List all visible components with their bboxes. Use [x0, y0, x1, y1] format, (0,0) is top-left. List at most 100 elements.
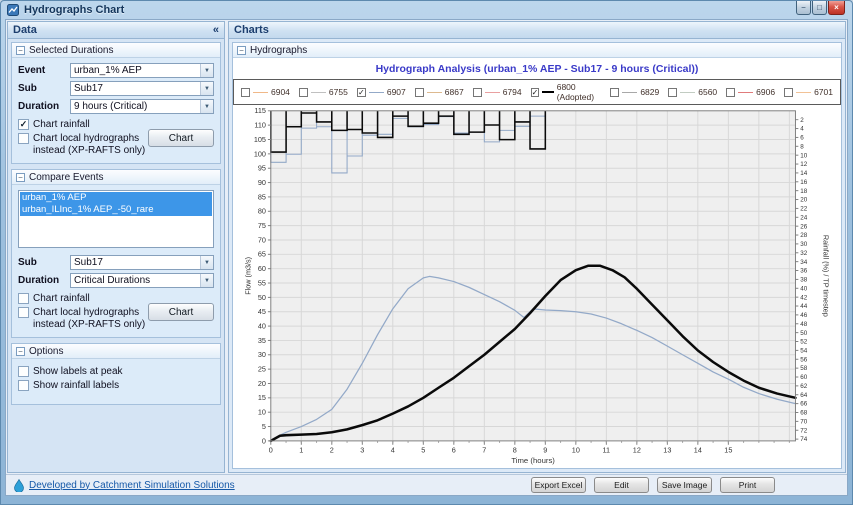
svg-text:105: 105 [254, 135, 266, 144]
legend-item-6755: 6755 [299, 87, 348, 97]
compare-event-item[interactable]: urban_ILInc_1% AEP_-50_rare [20, 204, 212, 216]
svg-text:50: 50 [800, 330, 807, 337]
legend-line-sample [427, 92, 442, 93]
legend-label: 6794 [503, 87, 522, 97]
edit-button[interactable]: Edit [594, 477, 649, 493]
compare-duration-select[interactable]: Critical Durations [70, 273, 214, 288]
svg-text:70: 70 [258, 235, 266, 244]
collapse-group-icon[interactable] [237, 46, 246, 55]
collapse-group-icon[interactable] [16, 173, 25, 182]
compare-events-group: Compare Events urban_1% AEPurban_ILInc_1… [11, 169, 221, 338]
svg-text:0: 0 [262, 436, 266, 445]
svg-text:100: 100 [254, 149, 266, 158]
svg-text:24: 24 [800, 214, 807, 221]
svg-text:74: 74 [800, 436, 807, 443]
options-title: Options [29, 346, 63, 357]
svg-text:20: 20 [258, 379, 266, 388]
legend-checkbox[interactable] [668, 88, 677, 97]
svg-text:35: 35 [258, 336, 266, 345]
compare-events-list[interactable]: urban_1% AEPurban_ILInc_1% AEP_-50_rare [18, 190, 214, 248]
svg-text:44: 44 [800, 303, 807, 310]
show-rainfall-labels-checkbox[interactable] [18, 380, 29, 391]
svg-text:16: 16 [800, 179, 807, 186]
legend-checkbox[interactable] [610, 88, 619, 97]
svg-text:40: 40 [258, 322, 266, 331]
selected-durations-header: Selected Durations [12, 43, 220, 58]
collapse-data-panel-button[interactable]: « [213, 25, 219, 35]
minimize-button[interactable]: − [796, 1, 811, 15]
svg-text:68: 68 [800, 410, 807, 417]
legend-checkbox[interactable] [473, 88, 482, 97]
legend-checkbox[interactable] [415, 88, 424, 97]
show-rainfall-labels-label: Show rainfall labels [33, 380, 119, 392]
legend-line-sample [542, 91, 553, 93]
legend-label: 6867 [445, 87, 464, 97]
title-bar: Hydrographs Chart − □ × [1, 1, 852, 19]
chart-button-compare[interactable]: Chart [148, 303, 214, 321]
hydrographs-group-title: Hydrographs [250, 45, 307, 56]
compare-chart-rainfall-checkbox[interactable] [18, 293, 29, 304]
charts-panel-title: Charts [234, 24, 269, 36]
event-select[interactable]: urban_1% AEP [70, 63, 214, 78]
chevron-down-icon[interactable] [200, 82, 213, 95]
collapse-group-icon[interactable] [16, 46, 25, 55]
sub-select[interactable]: Sub17 [70, 81, 214, 96]
chevron-down-icon[interactable] [200, 274, 213, 287]
duration-select[interactable]: 9 hours (Critical) [70, 99, 214, 114]
svg-text:85: 85 [258, 192, 266, 201]
selected-durations-body: Event urban_1% AEP Sub Sub17 [12, 58, 220, 163]
collapse-group-icon[interactable] [16, 347, 25, 356]
svg-text:45: 45 [258, 307, 266, 316]
legend-checkbox[interactable] [357, 88, 366, 97]
event-value: urban_1% AEP [74, 65, 200, 76]
chevron-down-icon[interactable] [200, 256, 213, 269]
svg-text:32: 32 [800, 250, 807, 257]
svg-text:11: 11 [603, 446, 611, 455]
save-image-button[interactable]: Save Image [657, 477, 712, 493]
svg-text:13: 13 [663, 446, 671, 455]
legend-checkbox[interactable] [784, 88, 793, 97]
close-button[interactable]: × [828, 1, 845, 15]
compare-event-item[interactable]: urban_1% AEP [20, 192, 212, 204]
legend-item-6794: 6794 [473, 87, 522, 97]
legend-line-sample [253, 92, 268, 93]
svg-text:8: 8 [800, 143, 804, 150]
svg-text:95: 95 [258, 164, 266, 173]
footer-buttons: Export Excel Edit Save Image Print [531, 477, 775, 493]
legend-checkbox[interactable] [531, 88, 540, 97]
legend-checkbox[interactable] [241, 88, 250, 97]
show-labels-at-peak-checkbox[interactable] [18, 366, 29, 377]
legend-item-6800: 6800 (Adopted) [531, 82, 602, 102]
selected-durations-group: Selected Durations Event urban_1% AEP [11, 42, 221, 164]
chart-local-hydrographs-checkbox[interactable] [18, 133, 29, 144]
compare-sub-label: Sub [18, 257, 70, 268]
svg-text:3: 3 [360, 446, 364, 455]
legend-item-6867: 6867 [415, 87, 464, 97]
export-excel-button[interactable]: Export Excel [531, 477, 586, 493]
compare-sub-select[interactable]: Sub17 [70, 255, 214, 270]
chevron-down-icon[interactable] [200, 100, 213, 113]
chart-button-selected[interactable]: Chart [148, 129, 214, 147]
duration-label: Duration [18, 101, 70, 112]
main-row: Data « Selected Durations Event [6, 20, 847, 474]
svg-text:64: 64 [800, 392, 807, 399]
svg-text:26: 26 [800, 223, 807, 230]
compare-chart-local-checkbox[interactable] [18, 307, 29, 318]
chart-rainfall-checkbox[interactable] [18, 119, 29, 130]
legend-checkbox[interactable] [299, 88, 308, 97]
legend-line-sample [369, 92, 384, 93]
sub-value: Sub17 [74, 83, 200, 94]
developer-link[interactable]: Developed by Catchment Simulation Soluti… [14, 479, 235, 492]
maximize-button[interactable]: □ [812, 1, 827, 15]
legend-checkbox[interactable] [726, 88, 735, 97]
svg-text:10: 10 [572, 446, 580, 455]
compare-duration-label: Duration [18, 275, 70, 286]
svg-text:22: 22 [800, 206, 807, 213]
legend-item-6701: 6701 [784, 87, 833, 97]
svg-text:15: 15 [724, 446, 732, 455]
svg-text:46: 46 [800, 312, 807, 319]
chart-legend: 690467556907686767946800 (Adopted)682965… [233, 79, 841, 105]
chevron-down-icon[interactable] [200, 64, 213, 77]
svg-text:2: 2 [800, 117, 804, 124]
print-button[interactable]: Print [720, 477, 775, 493]
